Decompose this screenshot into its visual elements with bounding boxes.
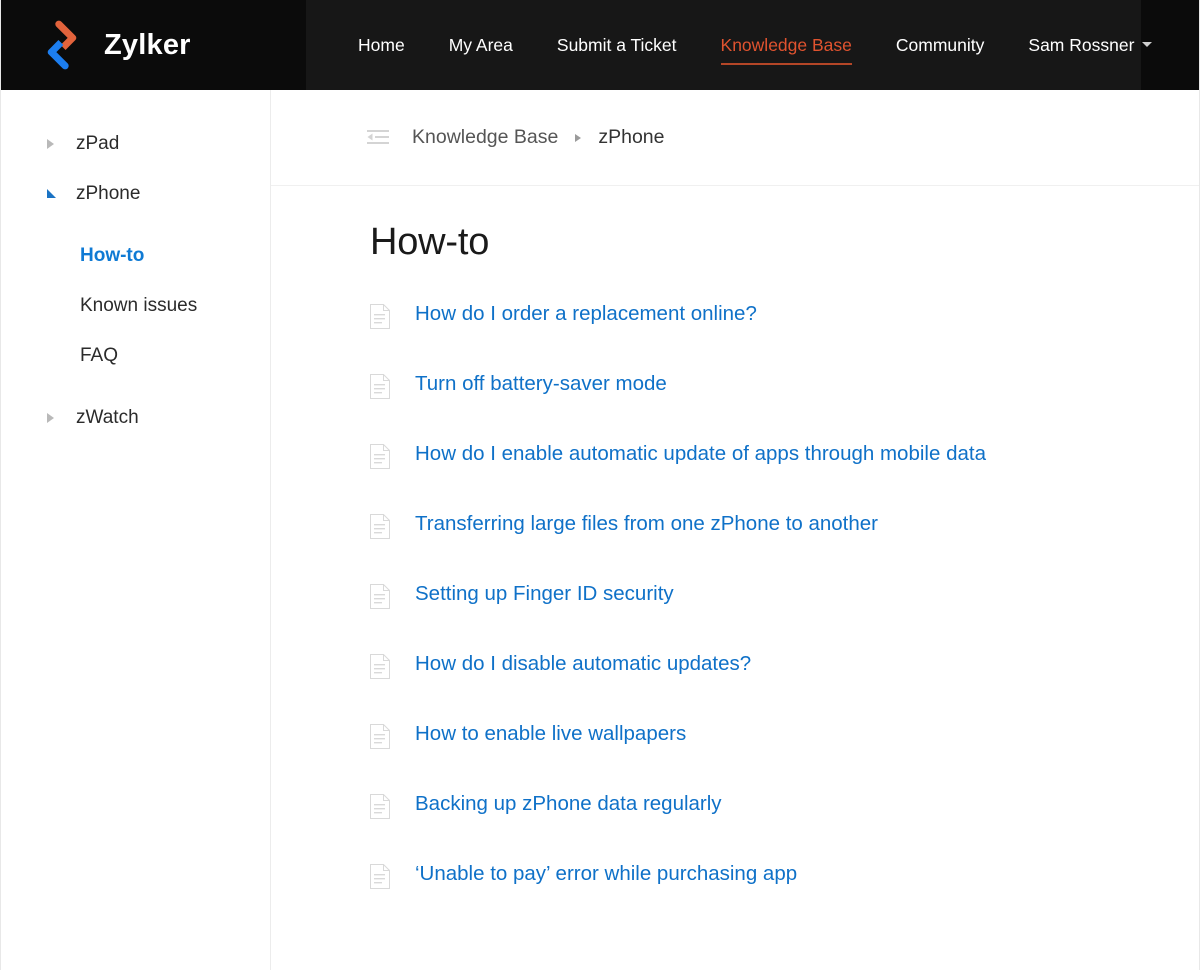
user-menu-label: Sam Rossner <box>1028 35 1134 55</box>
zylker-logo-icon <box>37 20 87 70</box>
sidebar-item-label: How-to <box>80 244 144 265</box>
primary-nav: Home My Area Submit a Ticket Knowledge B… <box>336 35 1166 56</box>
sidebar-spacer <box>1 232 270 244</box>
breadcrumb-separator-icon <box>575 134 581 142</box>
document-icon <box>370 302 394 329</box>
article-section: How-to How do I order a r <box>271 186 1199 970</box>
article-link[interactable]: How to enable live wallpapers <box>415 722 686 747</box>
triangle-open-icon[interactable] <box>47 182 65 198</box>
nav-item-knowledge-base[interactable]: Knowledge Base <box>699 35 874 56</box>
sidebar-item-how-to[interactable]: How-to <box>1 244 270 294</box>
article-link[interactable]: How do I enable automatic update of apps… <box>415 442 986 467</box>
sidebar-item-label: FAQ <box>80 344 118 365</box>
article-link[interactable]: How do I disable automatic updates? <box>415 652 751 677</box>
list-item: ‘Unable to pay’ error while purchasing a… <box>370 862 1199 932</box>
user-menu-button[interactable]: Sam Rossner <box>1006 35 1166 56</box>
nav-item-my-area[interactable]: My Area <box>427 35 535 56</box>
sidebar-item-zwatch[interactable]: zWatch <box>1 406 270 456</box>
document-icon <box>370 792 394 819</box>
document-icon <box>370 722 394 749</box>
article-link[interactable]: Transferring large files from one zPhone… <box>415 512 878 537</box>
breadcrumb-link-knowledge-base[interactable]: Knowledge Base <box>412 126 558 149</box>
breadcrumb-current: zPhone <box>598 126 664 149</box>
site-header: Zylker Home My Area Submit a Ticket Know… <box>1 0 1199 90</box>
sidebar-spacer <box>1 394 270 406</box>
sidebar-item-label: zPhone <box>65 182 140 203</box>
document-icon <box>370 582 394 609</box>
chevron-down-icon <box>1142 42 1152 47</box>
body-region: zPad zPhone How-to Known issues FAQ <box>1 90 1199 970</box>
triangle-right-icon[interactable] <box>47 406 65 423</box>
sidebar-item-zphone[interactable]: zPhone <box>1 182 270 232</box>
list-item: How do I enable automatic update of apps… <box>370 442 1199 512</box>
list-item: How to enable live wallpapers <box>370 722 1199 792</box>
document-icon <box>370 512 394 539</box>
list-item: How do I disable automatic updates? <box>370 652 1199 722</box>
page-title: How-to <box>370 222 1199 264</box>
list-item: Transferring large files from one zPhone… <box>370 512 1199 582</box>
document-icon <box>370 372 394 399</box>
brand-name: Zylker <box>104 31 191 60</box>
article-list: How do I order a replacement online? <box>370 302 1199 932</box>
document-icon <box>370 862 394 889</box>
nav-item-community[interactable]: Community <box>874 35 1007 56</box>
list-item: Turn off battery-saver mode <box>370 372 1199 442</box>
list-item: Setting up Finger ID security <box>370 582 1199 652</box>
content-area: Knowledge Base zPhone How-to <box>271 90 1199 970</box>
article-link[interactable]: Setting up Finger ID security <box>415 582 674 607</box>
sidebar-collapse-icon[interactable] <box>367 129 389 147</box>
triangle-right-icon[interactable] <box>47 132 65 149</box>
article-link[interactable]: Turn off battery-saver mode <box>415 372 667 397</box>
document-icon <box>370 652 394 679</box>
sidebar-item-faq[interactable]: FAQ <box>1 344 270 394</box>
breadcrumb: Knowledge Base zPhone <box>271 90 1199 186</box>
sidebar-item-known-issues[interactable]: Known issues <box>1 294 270 344</box>
category-sidebar: zPad zPhone How-to Known issues FAQ <box>1 90 271 970</box>
article-link[interactable]: ‘Unable to pay’ error while purchasing a… <box>415 862 797 887</box>
sidebar-item-label: zPad <box>65 132 119 153</box>
brand-logo-link[interactable]: Zylker <box>1 0 306 90</box>
sidebar-item-label: zWatch <box>65 406 139 427</box>
list-item: Backing up zPhone data regularly <box>370 792 1199 862</box>
primary-nav-zone: Home My Area Submit a Ticket Knowledge B… <box>306 0 1141 90</box>
article-link[interactable]: How do I order a replacement online? <box>415 302 757 327</box>
article-link[interactable]: Backing up zPhone data regularly <box>415 792 722 817</box>
app-window: Zylker Home My Area Submit a Ticket Know… <box>0 0 1200 970</box>
nav-item-submit-a-ticket[interactable]: Submit a Ticket <box>535 35 699 56</box>
document-icon <box>370 442 394 469</box>
list-item: How do I order a replacement online? <box>370 302 1199 372</box>
sidebar-item-zpad[interactable]: zPad <box>1 132 270 182</box>
nav-item-home[interactable]: Home <box>336 35 427 56</box>
sidebar-item-label: Known issues <box>80 294 197 315</box>
